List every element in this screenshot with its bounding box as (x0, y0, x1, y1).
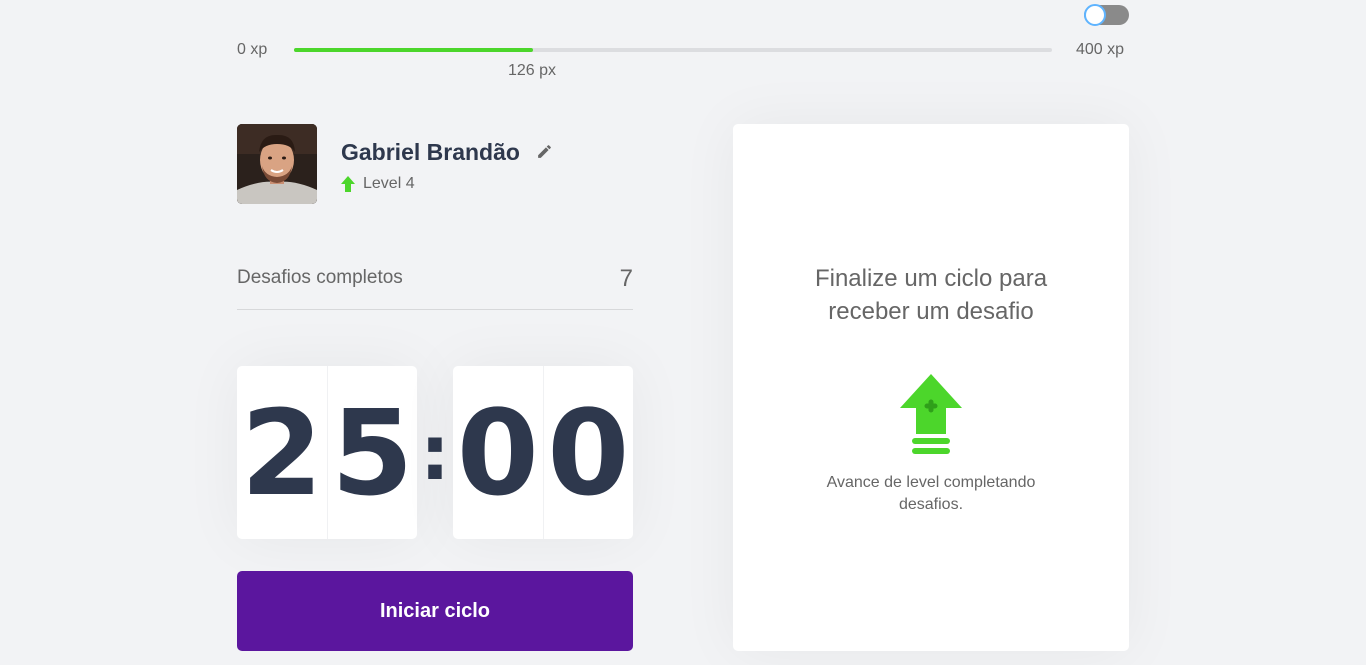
minute-digit-right: 5 (326, 366, 418, 539)
second-digit-left: 0 (456, 383, 539, 522)
minutes-box: 2 5 (237, 366, 417, 539)
toggle-knob[interactable] (1084, 4, 1106, 26)
minute-digit-left: 2 (240, 383, 323, 522)
xp-progress-fill (294, 48, 533, 52)
start-cycle-button[interactable]: Iniciar ciclo (237, 571, 633, 651)
xp-max-label: 400 xp (1076, 41, 1125, 58)
level-label: Level 4 (363, 175, 415, 192)
moveit-page: 0 xp 126 px 400 xp Gabriel Brandão Level… (0, 0, 1366, 665)
completed-challenges-label: Desafios completos (237, 267, 403, 288)
challenge-box: Finalize um ciclo para receber um desafi… (733, 124, 1129, 651)
level-row: Level 4 (341, 175, 415, 193)
level-up-arrow-icon (341, 176, 355, 192)
theme-toggle[interactable] (1084, 4, 1129, 26)
profile-name: Gabriel Brandão (341, 139, 520, 165)
xp-current-label: 126 px (508, 62, 557, 79)
challenge-box-hint: Avance de level completando desafios. (826, 474, 1036, 513)
level-up-icon (900, 374, 962, 454)
seconds-box: 0 0 (453, 366, 633, 539)
countdown: 2 5 : 0 0 (237, 366, 633, 539)
countdown-separator: : (419, 408, 451, 497)
xp-track (294, 48, 1052, 52)
completed-challenges: Desafios completos 7 (237, 262, 633, 310)
challenge-box-title: Finalize um ciclo para receber um desafi… (814, 265, 1048, 325)
xp-min-label: 0 xp (237, 41, 268, 58)
avatar-photo (237, 124, 317, 204)
completed-challenges-count: 7 (619, 265, 633, 292)
pencil-icon[interactable] (536, 143, 553, 160)
avatar (237, 124, 317, 204)
second-digit-right: 0 (542, 366, 634, 539)
